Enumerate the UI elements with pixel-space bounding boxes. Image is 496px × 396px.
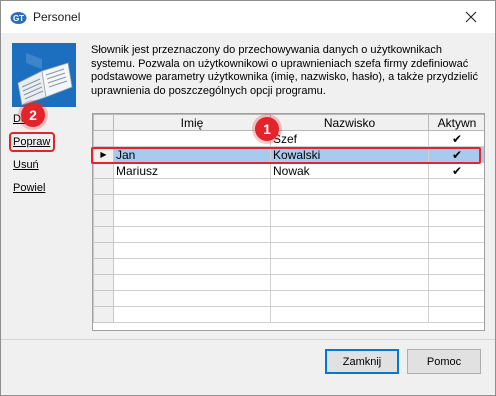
row-indicator: [93, 242, 114, 259]
title-bar: GT Personel: [1, 1, 495, 33]
empty-cell[interactable]: [428, 258, 484, 275]
close-icon: [465, 11, 477, 23]
row-indicator: [93, 194, 114, 211]
column-header-first-name[interactable]: Imię: [113, 114, 271, 131]
app-icon-label: GT: [13, 14, 24, 23]
duplicate-link[interactable]: Powiel: [13, 182, 45, 194]
empty-cell[interactable]: [113, 178, 271, 195]
row-indicator: [93, 306, 114, 323]
row-indicator-header: [93, 114, 114, 131]
empty-cell[interactable]: [270, 178, 429, 195]
annotation-badge-1: 1: [255, 117, 279, 141]
empty-cell[interactable]: [270, 210, 429, 227]
table-row-empty[interactable]: [93, 226, 484, 243]
dictionary-description: Słownik jest przeznaczony do przechowywa…: [91, 44, 478, 97]
grid-header-row: Imię Nazwisko Aktywn: [93, 114, 484, 131]
row-indicator: [93, 130, 114, 147]
close-button[interactable]: Zamknij: [325, 349, 399, 374]
row-indicator: [93, 258, 114, 275]
empty-cell[interactable]: [428, 194, 484, 211]
table-row-empty[interactable]: [93, 210, 484, 227]
users-grid[interactable]: Imię Nazwisko Aktywn Szef ✔ ▶ Jan Kowals…: [92, 113, 485, 331]
app-icon: GT: [10, 12, 27, 24]
column-header-last-name[interactable]: Nazwisko: [270, 114, 429, 131]
open-book-icon: [12, 43, 76, 107]
empty-cell[interactable]: [428, 306, 484, 323]
cell-first-name[interactable]: [113, 130, 271, 147]
cell-last-name[interactable]: Nowak: [270, 162, 429, 179]
empty-cell[interactable]: [428, 226, 484, 243]
window-title: Personel: [33, 10, 81, 24]
empty-cell[interactable]: [428, 210, 484, 227]
table-row-empty[interactable]: [93, 178, 484, 195]
table-row-empty[interactable]: [93, 290, 484, 307]
empty-cell[interactable]: [113, 258, 271, 275]
table-row-empty[interactable]: [93, 306, 484, 323]
empty-cell[interactable]: [428, 242, 484, 259]
cell-first-name[interactable]: Mariusz: [113, 162, 271, 179]
table-row-empty[interactable]: [93, 274, 484, 291]
empty-cell[interactable]: [428, 274, 484, 291]
row-indicator: [93, 274, 114, 291]
table-row-empty[interactable]: [93, 258, 484, 275]
column-header-active[interactable]: Aktywn: [428, 114, 484, 131]
empty-cell[interactable]: [113, 226, 271, 243]
help-button[interactable]: Pomoc: [407, 349, 481, 374]
row-indicator: [93, 290, 114, 307]
table-row[interactable]: Mariusz Nowak ✔: [93, 162, 484, 179]
empty-cell[interactable]: [270, 194, 429, 211]
users-table: Imię Nazwisko Aktywn Szef ✔ ▶ Jan Kowals…: [93, 114, 484, 323]
row-indicator: [93, 210, 114, 227]
empty-cell[interactable]: [428, 290, 484, 307]
empty-cell[interactable]: [270, 226, 429, 243]
row-indicator: [93, 178, 114, 195]
highlight-selected-row: [91, 147, 481, 164]
highlight-edit-link: [9, 132, 55, 152]
delete-link[interactable]: Usuń: [13, 159, 39, 171]
empty-cell[interactable]: [270, 274, 429, 291]
table-row[interactable]: Szef ✔: [93, 130, 484, 147]
annotation-badge-2: 2: [21, 103, 45, 127]
table-row-empty[interactable]: [93, 242, 484, 259]
personel-window: GT Personel Słownik jest przeznaczony do…: [0, 0, 496, 396]
empty-cell[interactable]: [113, 290, 271, 307]
empty-cell[interactable]: [113, 194, 271, 211]
table-row-empty[interactable]: [93, 194, 484, 211]
empty-cell[interactable]: [113, 242, 271, 259]
empty-cell[interactable]: [270, 242, 429, 259]
row-indicator: [93, 226, 114, 243]
cell-last-name[interactable]: Szef: [270, 130, 429, 147]
empty-cell[interactable]: [270, 306, 429, 323]
footer-separator: [1, 339, 495, 340]
cell-active-check-icon[interactable]: ✔: [428, 130, 484, 147]
empty-cell[interactable]: [270, 258, 429, 275]
empty-cell[interactable]: [113, 306, 271, 323]
empty-cell[interactable]: [113, 210, 271, 227]
empty-cell[interactable]: [270, 290, 429, 307]
empty-cell[interactable]: [428, 178, 484, 195]
cell-active-check-icon[interactable]: ✔: [428, 162, 484, 179]
close-window-button[interactable]: [453, 5, 489, 29]
empty-rows: [93, 178, 484, 323]
empty-cell[interactable]: [113, 274, 271, 291]
row-indicator: [93, 162, 114, 179]
